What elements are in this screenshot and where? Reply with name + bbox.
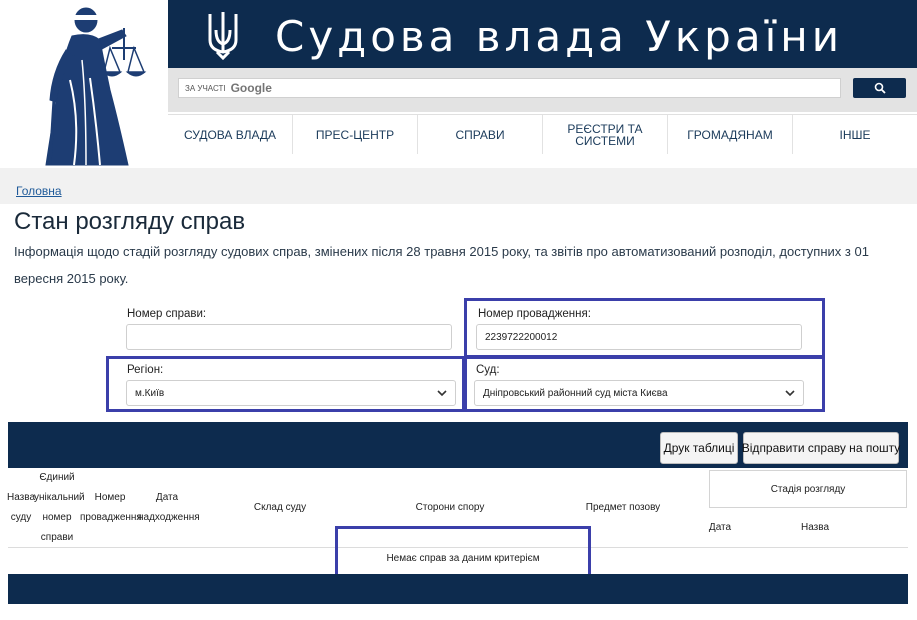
print-table-button[interactable]: Друк таблиці <box>660 432 738 464</box>
case-number-label: Номер справи: <box>127 308 207 320</box>
table-footer <box>8 574 908 604</box>
nav-item-other[interactable]: ІНШЕ <box>793 115 917 154</box>
search-button[interactable] <box>853 78 906 98</box>
col-stage-name: Назва <box>800 522 830 533</box>
search-bar: ЗА УЧАСТІ Google <box>168 68 917 112</box>
col-parties: Сторони спору <box>415 502 485 513</box>
highlight-region <box>106 356 465 412</box>
nav-item-cases[interactable]: СПРАВИ <box>418 115 543 154</box>
col-stage: Стадія розгляду <box>709 470 907 508</box>
col-unique-number: Єдиний унікальний номер справи <box>34 472 85 543</box>
highlight-court <box>464 356 825 412</box>
breadcrumb-band <box>0 168 917 204</box>
search-prefix: ЗА УЧАСТІ <box>185 83 226 93</box>
send-case-email-button[interactable]: Відправити справу на пошту <box>742 432 900 464</box>
highlight-empty-message <box>335 526 591 578</box>
col-stage-date: Дата <box>708 522 732 533</box>
page: Судова влада України ЗА УЧАСТІ Google СУ… <box>0 0 917 620</box>
breadcrumb-home[interactable]: Головна <box>16 184 62 198</box>
page-description: Інформація щодо стадій розгляду судових … <box>14 244 869 286</box>
col-court-composition: Склад суду <box>253 502 307 513</box>
nav-item-registries[interactable]: РЕЄСТРИ ТА СИСТЕМИ <box>543 115 668 154</box>
page-title: Стан розгляду справ <box>14 208 246 235</box>
site-title: Судова влада України <box>275 12 844 61</box>
search-brand: Google <box>230 81 272 95</box>
trident-icon <box>206 10 240 61</box>
col-received-date: Дата надходження <box>138 492 200 523</box>
col-subject: Предмет позову <box>585 502 661 513</box>
search-input[interactable]: ЗА УЧАСТІ Google <box>178 78 841 98</box>
nav-item-press-center[interactable]: ПРЕС-ЦЕНТР <box>293 115 418 154</box>
themis-logo[interactable] <box>0 0 168 168</box>
search-icon <box>874 82 886 94</box>
col-proceeding-number: Номер провадження <box>80 492 142 523</box>
nav-item-citizens[interactable]: ГРОМАДЯНАМ <box>668 115 793 154</box>
highlight-proceeding-number <box>464 298 825 358</box>
nav-item-judiciary[interactable]: СУДОВА ВЛАДА <box>168 115 293 154</box>
main-nav: СУДОВА ВЛАДА ПРЕС-ЦЕНТР СПРАВИ РЕЄСТРИ Т… <box>168 114 917 154</box>
site-banner: Судова влада України <box>168 0 917 68</box>
case-number-input[interactable] <box>126 324 452 350</box>
col-court-name: Назва суду <box>6 492 36 523</box>
